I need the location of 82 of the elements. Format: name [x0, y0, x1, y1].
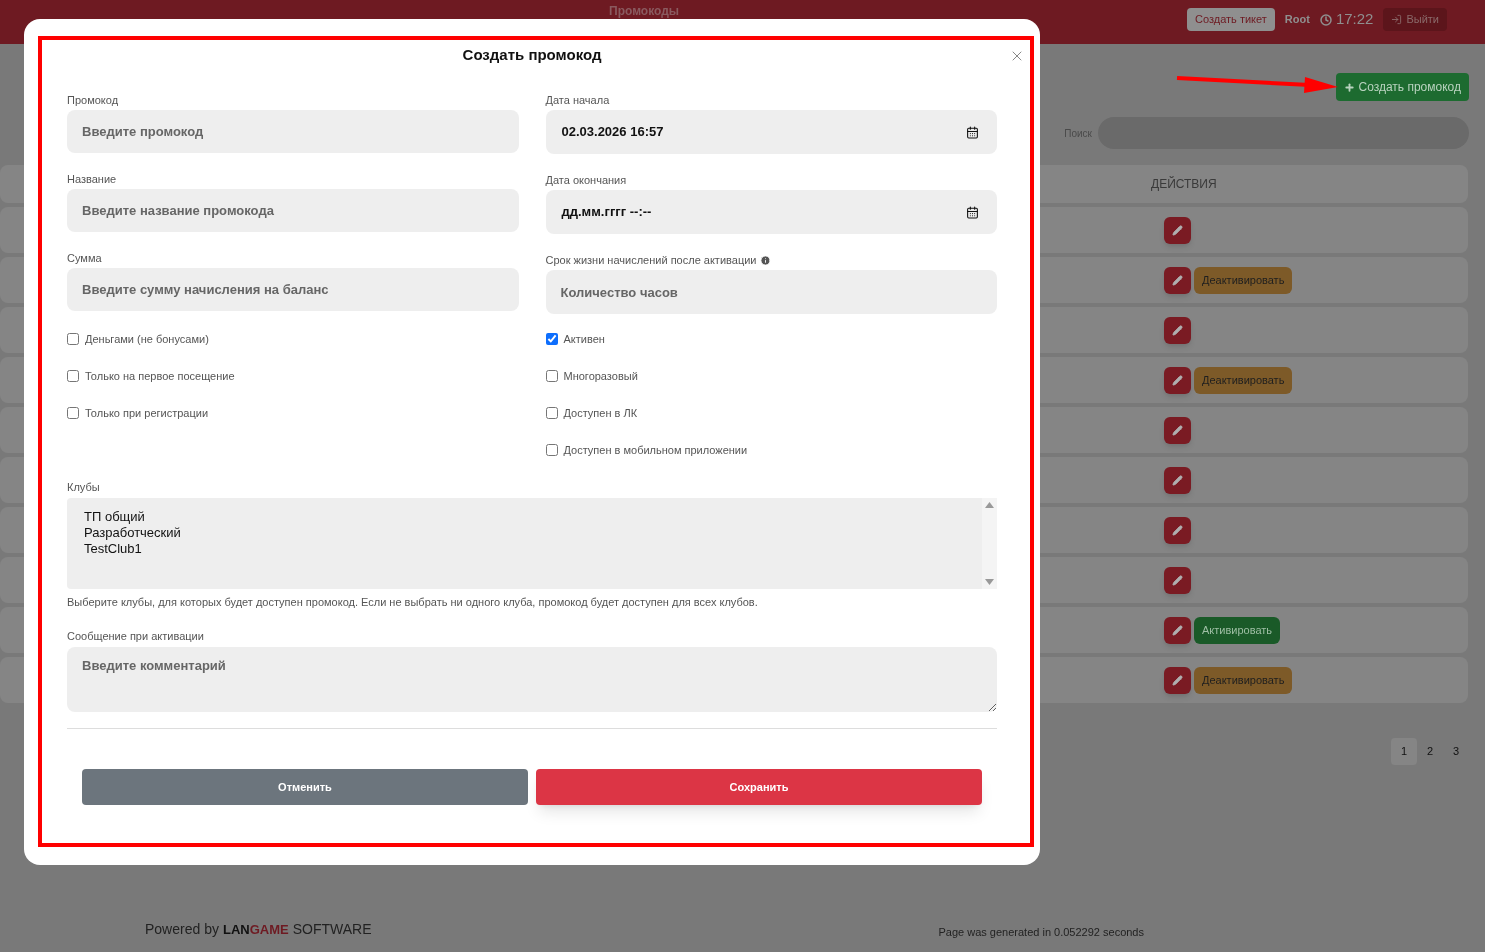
checkbox-label: Многоразовый	[563, 368, 638, 384]
date-field[interactable]: 02.03.2026 16:57	[545, 110, 997, 154]
generation-time: Page was generated in 0.052292 seconds	[938, 924, 1144, 940]
pencil-icon	[1172, 424, 1183, 436]
pencil-icon	[1172, 474, 1183, 486]
pencil-icon	[1172, 374, 1183, 386]
edit-button[interactable]	[1164, 416, 1191, 444]
pencil-icon	[1172, 624, 1183, 636]
scrollbar[interactable]	[982, 498, 997, 589]
clubs-hint: Выберите клубы, для которых будет доступен промокод. Если не выбрать ни одного клуба, промокод будет доступен для всех клубов.	[67, 595, 759, 609]
ticket-button[interactable]: Создать тикет	[1187, 8, 1275, 31]
field-label: Сумма	[67, 251, 102, 265]
edit-button[interactable]	[1164, 516, 1191, 544]
message-field[interactable]: Введите комментарий	[67, 647, 997, 712]
pencil-icon	[1172, 324, 1183, 336]
logo-suffix: SOFTWARE	[292, 920, 372, 939]
checkbox-label: Только при регистрации	[85, 405, 209, 421]
checkbox-label: Только на первое посещение	[85, 368, 235, 384]
checkbox[interactable]	[545, 444, 558, 456]
input-field[interactable]: Введите сумму начисления на баланс	[67, 268, 519, 311]
field-label: Дата начала	[545, 93, 610, 107]
pencil-icon	[1172, 574, 1183, 586]
edit-button[interactable]	[1164, 266, 1191, 294]
checkbox[interactable]	[545, 333, 558, 345]
create-promo-button[interactable]: Создать промокод	[1336, 73, 1469, 101]
toggle-button[interactable]: Деактивировать	[1194, 666, 1293, 694]
pencil-icon	[1172, 274, 1183, 286]
user-name: Root	[1284, 12, 1310, 28]
toggle-button[interactable]: Деактивировать	[1194, 266, 1293, 294]
toggle-button[interactable]: Активировать	[1194, 616, 1281, 644]
club-option[interactable]: ТП общий	[84, 509, 145, 525]
column-header: ДЕЙСТВИЯ	[1151, 175, 1217, 193]
checkbox-label: Активен	[563, 331, 605, 347]
clubs-select[interactable]: ТП общий Разработческий TestClub1	[67, 498, 997, 589]
pencil-icon	[1172, 224, 1183, 236]
edit-button[interactable]	[1164, 666, 1191, 694]
page-button[interactable]: 2	[1417, 738, 1443, 765]
cancel-button[interactable]: Отменить	[82, 769, 528, 805]
field-label: Дата окончания	[545, 173, 627, 187]
page-button[interactable]: 3	[1443, 738, 1469, 765]
checkbox[interactable]	[67, 407, 79, 419]
edit-button[interactable]	[1164, 316, 1191, 344]
input-field[interactable]: Введите название промокода	[67, 189, 519, 232]
edit-button[interactable]	[1164, 366, 1191, 394]
checkbox-label: Деньгами (не бонусами)	[85, 331, 209, 347]
save-button[interactable]: Сохранить	[536, 769, 982, 805]
checkbox[interactable]	[545, 407, 558, 419]
clock-time: 17:22	[1335, 9, 1374, 30]
page-title: Промокоды	[609, 5, 680, 18]
calendar-icon[interactable]	[966, 125, 979, 139]
toggle-button[interactable]: Деактивировать	[1194, 366, 1293, 394]
date-field[interactable]: дд.мм.гггг --:--	[545, 190, 997, 234]
edit-button[interactable]	[1164, 466, 1191, 494]
logo: LANGAME	[222, 921, 289, 939]
plus-icon	[1344, 81, 1356, 93]
field-label: Срок жизни начислений после активации	[545, 253, 757, 267]
calendar-icon[interactable]	[966, 205, 979, 219]
scroll-down-icon[interactable]	[985, 579, 994, 585]
club-option[interactable]: Разработческий	[84, 525, 181, 541]
logout-icon	[1391, 14, 1403, 25]
logout-button[interactable]: Выйти	[1383, 8, 1447, 31]
pencil-icon	[1172, 674, 1183, 686]
checkbox-label: Доступен в мобильном приложении	[563, 442, 748, 458]
edit-button[interactable]	[1164, 566, 1191, 594]
field-label: Сообщение при активации	[67, 629, 205, 643]
input-field[interactable]: Количество часов	[545, 270, 997, 314]
clock-icon	[1319, 13, 1332, 26]
checkbox[interactable]	[545, 370, 558, 382]
edit-button[interactable]	[1164, 216, 1191, 244]
checkbox-label: Доступен в ЛК	[563, 405, 638, 421]
field-label: Клубы	[67, 480, 101, 494]
input-field[interactable]: Введите промокод	[67, 110, 519, 153]
club-option[interactable]: TestClub1	[84, 541, 142, 557]
checkbox[interactable]	[67, 370, 79, 382]
modal-title: Создать промокод	[462, 47, 602, 63]
edit-button[interactable]	[1164, 616, 1191, 644]
pencil-icon	[1172, 524, 1183, 536]
checkbox[interactable]	[67, 333, 79, 345]
field-label: Название	[67, 172, 117, 186]
field-label: Промокод	[67, 93, 119, 107]
powered-by-text: Powered by	[145, 920, 219, 939]
page-button[interactable]: 1	[1391, 738, 1417, 765]
